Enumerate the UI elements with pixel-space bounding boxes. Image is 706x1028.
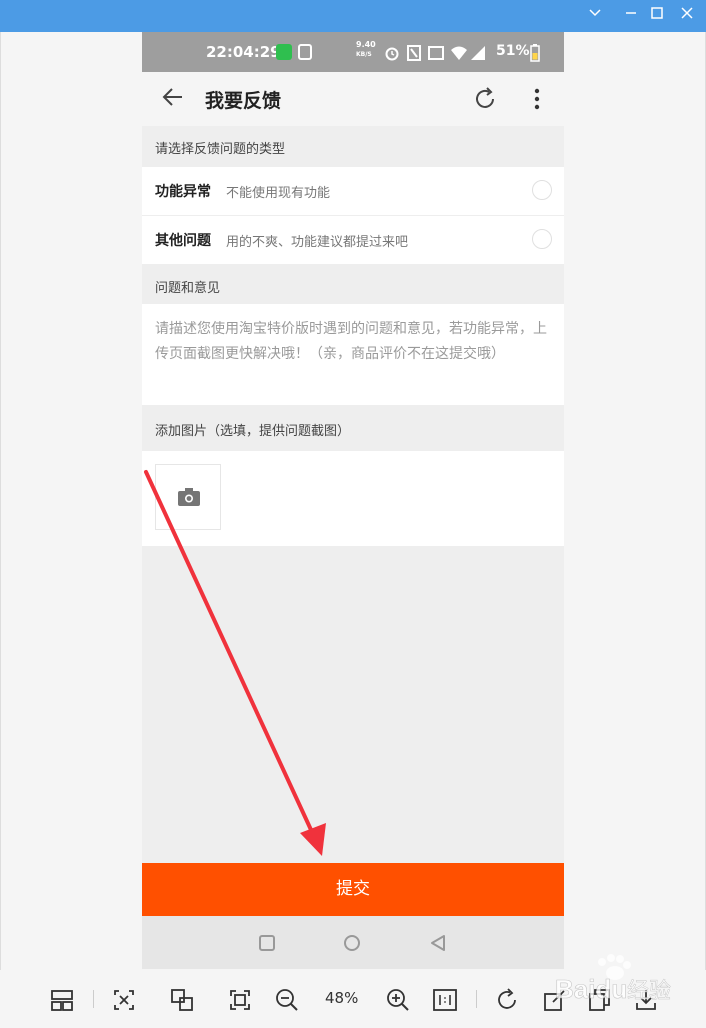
rotate-icon[interactable]: [495, 988, 521, 1012]
nfc-icon: [407, 45, 421, 65]
recent-apps-icon[interactable]: [258, 934, 276, 956]
actual-size-icon[interactable]: [432, 988, 458, 1012]
app-notification-icon: [276, 44, 292, 60]
crop-icon[interactable]: [228, 988, 254, 1012]
toolbar-divider: [93, 990, 94, 1008]
option-row-function-error[interactable]: 功能异常 不能使用现有功能: [142, 167, 564, 215]
radio-button[interactable]: [532, 229, 552, 249]
back-arrow-icon[interactable]: [162, 86, 184, 108]
page-title: 我要反馈: [205, 90, 282, 112]
image-notification-icon: [298, 44, 312, 60]
feedback-textarea[interactable]: 请描述您使用淘宝特价版时遇到的问题和意见，若功能异常，上传页面截图更快解决哦！（…: [142, 304, 564, 405]
phone-screenshot: 22:04:29 9.40 KB/S 51% 我要反馈 请选择反馈问题的类型 功…: [142, 32, 564, 969]
minimize-icon[interactable]: [620, 6, 642, 26]
option-title: 其他问题: [155, 233, 211, 249]
toolbar-divider: [476, 990, 477, 1008]
status-time: 22:04:29: [206, 43, 281, 61]
chevron-down-icon[interactable]: [584, 6, 606, 26]
signal-icon: [470, 45, 486, 65]
feedback-section-label: 问题和意见: [142, 265, 564, 304]
network-speed: 9.40: [356, 40, 376, 49]
radio-button[interactable]: [532, 180, 552, 200]
photo-upload-area: [142, 451, 564, 546]
more-vertical-icon[interactable]: [527, 86, 547, 112]
hd-icon: [428, 45, 444, 65]
zoom-in-icon[interactable]: [386, 988, 412, 1012]
layout-icon[interactable]: [50, 988, 76, 1012]
zoom-out-icon[interactable]: [275, 988, 301, 1012]
fit-width-icon[interactable]: [112, 988, 138, 1012]
camera-icon: [177, 487, 201, 511]
alarm-icon: [384, 45, 400, 65]
network-speed-unit: KB/S: [356, 51, 372, 58]
zoom-level: 48%: [325, 989, 359, 1007]
feedback-placeholder: 请描述您使用淘宝特价版时遇到的问题和意见，若功能异常，上传页面截图更快解决哦！（…: [155, 321, 547, 362]
refresh-icon[interactable]: [472, 86, 498, 112]
svg-text:经验: 经验: [627, 979, 671, 1004]
image-section-text: 添加图片（选填，提供问题截图）: [155, 424, 351, 439]
android-nav-bar: [142, 916, 564, 969]
translate-icon[interactable]: [170, 988, 196, 1012]
svg-text:Baidu: Baidu: [555, 974, 627, 1004]
option-desc: 不能使用现有功能: [226, 186, 331, 201]
baidu-watermark: Baidu 经验: [545, 950, 695, 1012]
feedback-section-text: 问题和意见: [155, 281, 221, 296]
maximize-icon[interactable]: [646, 6, 668, 26]
close-icon[interactable]: [676, 6, 698, 26]
type-section-label: 请选择反馈问题的类型: [142, 126, 564, 167]
add-photo-button[interactable]: [155, 464, 221, 530]
battery-icon: [530, 44, 540, 66]
app-bar: 我要反馈: [142, 72, 564, 126]
type-section-text: 请选择反馈问题的类型: [155, 142, 286, 157]
option-desc: 用的不爽、功能建议都提过来吧: [226, 235, 409, 250]
image-section-label: 添加图片（选填，提供问题截图）: [142, 405, 564, 451]
status-bar: 22:04:29 9.40 KB/S 51%: [142, 32, 564, 72]
battery-percent: 51%: [496, 43, 530, 59]
submit-button[interactable]: 提交: [142, 863, 564, 916]
wifi-icon: [450, 45, 468, 65]
back-nav-icon[interactable]: [429, 934, 447, 956]
window-titlebar: [0, 0, 706, 32]
option-row-other-issue[interactable]: 其他问题 用的不爽、功能建议都提过来吧: [142, 216, 564, 264]
home-icon[interactable]: [343, 934, 361, 956]
option-title: 功能异常: [155, 184, 211, 200]
